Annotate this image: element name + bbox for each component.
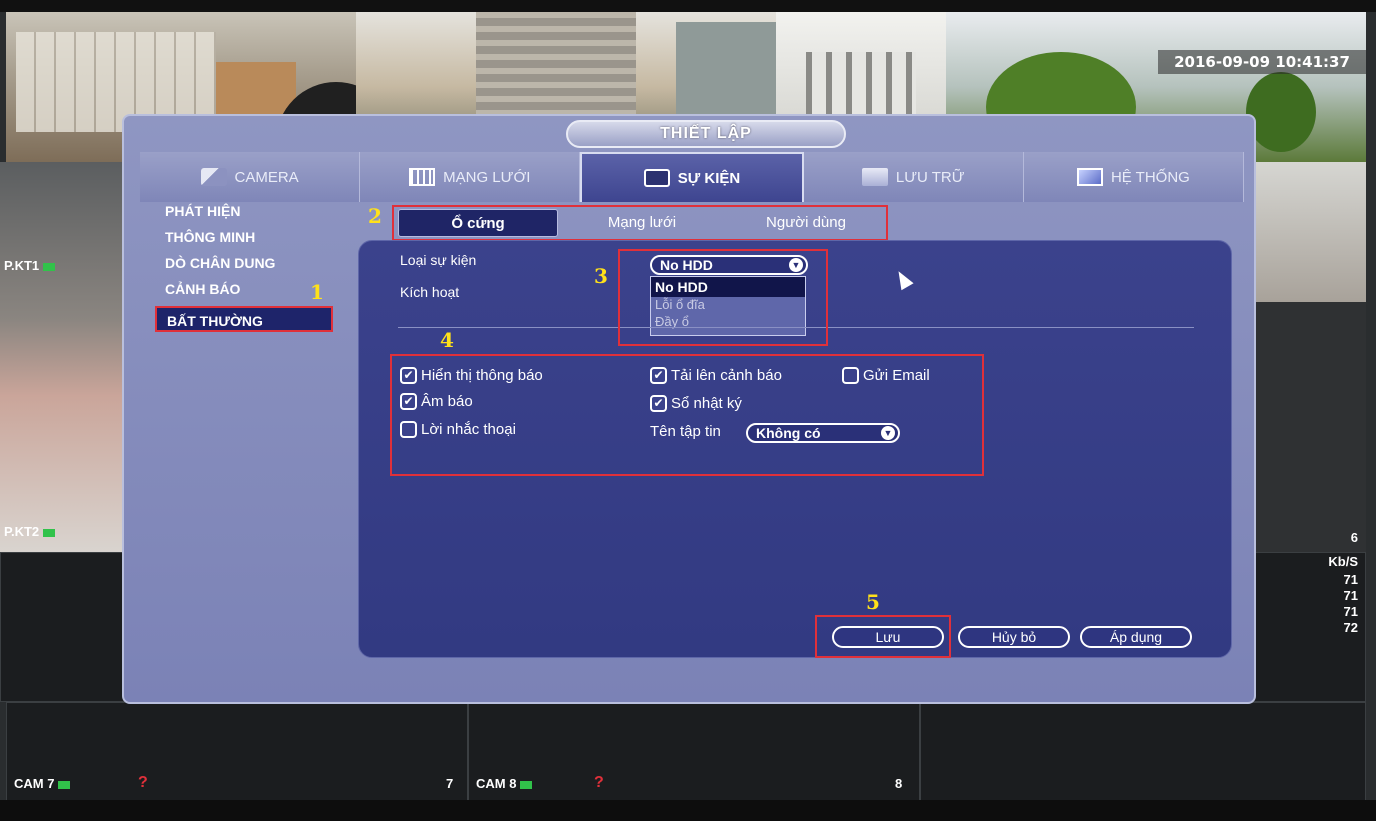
bitrate-unit: Kb/S [1328,554,1358,569]
tab-system[interactable]: HỆ THỐNG [1023,152,1245,202]
cam-label-text: CAM 7 [14,776,55,791]
osd-timestamp: 2016-09-09 10:41:37 [1158,50,1366,74]
monitor-bezel-top [0,0,1376,12]
sidebar-item-smart[interactable]: THÔNG MINH [155,224,345,250]
sidebar-item-detection[interactable]: PHÁT HIỆN [155,198,345,224]
tab-label: MẠNG LƯỚI [443,168,531,186]
subtab-hdd[interactable]: Ổ cứng [398,209,558,237]
bitrate-value: 71 [1343,604,1358,619]
bitrate-value: 71 [1343,588,1358,603]
cam-label-text: CAM 8 [476,776,517,791]
camera-icon [200,168,227,186]
event-type-label: Loại sự kiện [400,252,477,268]
annotation-number-3: 3 [594,264,608,288]
record-indicator-icon [58,780,71,789]
enable-label: Kích hoạt [400,284,460,300]
annotation-number-1: 1 [310,280,324,304]
event-icon [643,169,670,187]
event-sidebar: PHÁT HIỆN THÔNG MINH DÒ CHÂN DUNG CẢNH B… [155,198,345,332]
cam-label-cam8: CAM 8 [476,776,533,791]
record-indicator-icon [43,262,56,271]
annotation-box-3 [618,249,828,346]
bitrate-value: 71 [1343,572,1358,587]
tab-storage[interactable]: LƯU TRỮ [803,152,1024,202]
camera-feed-cam8 [468,702,920,802]
cam-label-kt1: P.KT1 [4,258,56,273]
sidebar-item-face-detection[interactable]: DÒ CHÂN DUNG [155,250,345,276]
storage-icon [861,168,888,186]
camera-feed-empty [920,702,1366,802]
main-tab-bar: CAMERA MẠNG LƯỚI SỰ KIỆN LƯU TRỮ HỆ THỐN… [140,152,1245,202]
channel-number: 6 [1350,530,1358,545]
cam-number-8: 8 [895,776,903,791]
record-indicator-icon [520,780,533,789]
network-icon [409,168,436,186]
bitrate-value: 72 [1343,620,1358,635]
tab-label: SỰ KIỆN [677,169,741,187]
tab-network[interactable]: MẠNG LƯỚI [360,152,581,202]
feed-tree-2 [1246,72,1316,152]
annotation-number-5: 5 [866,590,880,614]
system-icon [1076,168,1103,186]
no-signal-icon: ? [138,774,148,791]
cam-label-cam7: CAM 7 [14,776,71,791]
apply-button[interactable]: Áp dụng [1080,626,1192,648]
subtab-network[interactable]: Mạng lưới [562,209,722,237]
monitor-bezel-bottom [0,800,1376,821]
dialog-title: THIẾT LẬP [566,120,846,148]
tab-label: LƯU TRỮ [895,168,965,186]
camera-feed-empty [0,552,130,702]
annotation-number-4: 4 [440,328,454,352]
camera-feed-cam7 [6,702,468,802]
cam-label-text: P.KT1 [4,258,40,273]
tab-label: HỆ THỐNG [1110,168,1190,186]
cancel-button[interactable]: Hủy bỏ [958,626,1070,648]
camera-feed-right [1256,302,1366,552]
feed-window [806,52,916,122]
no-signal-icon: ? [594,774,604,791]
camera-feed-right-top [1256,162,1366,302]
cam-number-7: 7 [446,776,454,791]
sidebar-item-abnormality[interactable]: BẤT THƯỜNG [155,306,333,332]
annotation-box-5 [815,615,951,658]
abnormality-subtabs: Ổ cứng Mạng lưới Người dùng [392,205,888,241]
tab-label: CAMERA [234,168,299,186]
record-indicator-icon [43,528,56,537]
annotation-box-4 [390,354,984,476]
annotation-number-2: 2 [368,204,382,228]
cam-label-text: P.KT2 [4,524,40,539]
tab-camera[interactable]: CAMERA [140,152,361,202]
subtab-user[interactable]: Người dùng [726,209,886,237]
tab-event[interactable]: SỰ KIỆN [580,152,804,202]
cam-label-kt2: P.KT2 [4,524,56,539]
camera-feed-left [0,162,130,552]
